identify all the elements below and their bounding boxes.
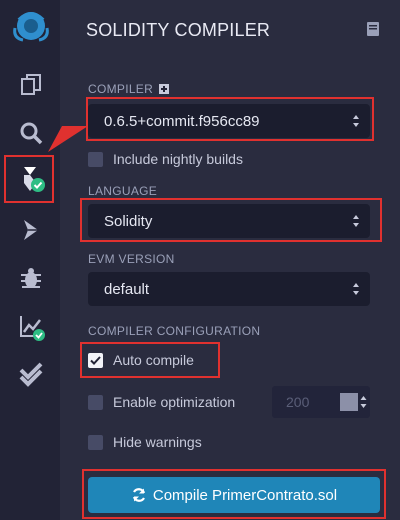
documentation-icon[interactable]: [366, 21, 380, 37]
hide-warnings-label: Hide warnings: [113, 434, 202, 450]
solidity-compiler-panel: SOLIDITY COMPILER COMPILER 0.6.5+commit.…: [60, 0, 400, 520]
icon-sidebar: [0, 0, 60, 520]
optimization-row[interactable]: Enable optimization: [88, 392, 235, 412]
evm-version-label: EVM VERSION: [88, 252, 175, 266]
analysis-icon[interactable]: [16, 312, 46, 342]
compiler-label: COMPILER: [88, 82, 170, 96]
optimization-checkbox[interactable]: [88, 394, 103, 410]
optimization-runs-input[interactable]: 200: [272, 386, 370, 418]
language-label: LANGUAGE: [88, 184, 158, 198]
solidity-compiler-icon[interactable]: [16, 163, 46, 193]
debugger-icon[interactable]: [16, 263, 46, 293]
hide-warnings-row[interactable]: Hide warnings: [88, 432, 202, 452]
deploy-run-icon[interactable]: [16, 215, 46, 245]
optimization-label: Enable optimization: [113, 394, 236, 410]
evm-version-value: default: [104, 280, 150, 298]
search-icon[interactable]: [16, 118, 46, 148]
file-explorer-icon[interactable]: [16, 70, 46, 100]
auto-compile-highlight: [80, 342, 220, 378]
add-compiler-icon[interactable]: [159, 84, 170, 94]
compiler-highlight: [86, 97, 374, 141]
language-highlight: [80, 198, 382, 242]
unit-testing-icon[interactable]: [16, 358, 46, 388]
compiler-configuration-label: COMPILER CONFIGURATION: [88, 324, 261, 338]
nightly-builds-row[interactable]: Include nightly builds: [88, 149, 243, 169]
compiler-label-text: COMPILER: [88, 82, 154, 96]
nightly-builds-label: Include nightly builds: [113, 151, 243, 167]
runs-stepper-handle[interactable]: [340, 393, 358, 411]
remix-logo-icon[interactable]: [9, 6, 53, 46]
panel-title: SOLIDITY COMPILER: [86, 20, 271, 40]
select-arrows-icon: [353, 283, 359, 295]
stepper-arrows-icon[interactable]: [360, 394, 367, 410]
optimization-runs-value: 200: [286, 394, 310, 410]
nightly-builds-checkbox[interactable]: [88, 151, 103, 167]
hide-warnings-checkbox[interactable]: [88, 434, 103, 450]
compile-highlight: [82, 469, 386, 519]
evm-version-select[interactable]: default: [88, 272, 370, 306]
